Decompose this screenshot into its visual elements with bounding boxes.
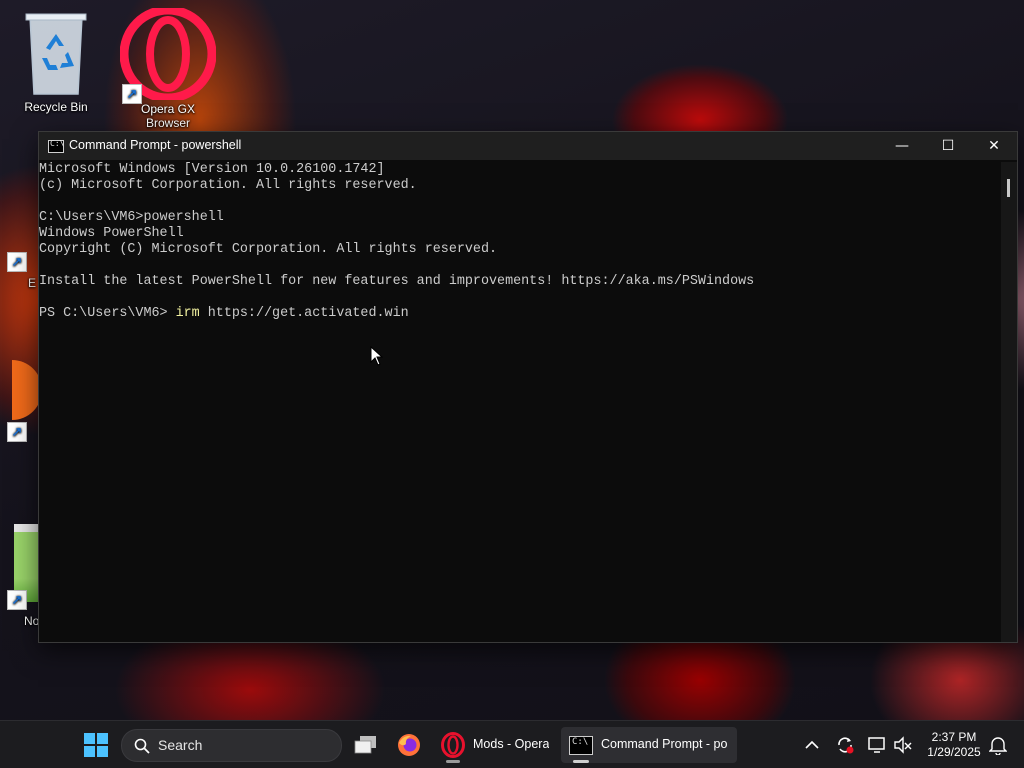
search-icon <box>134 738 150 754</box>
task-opera[interactable]: Mods - Opera <box>435 727 555 763</box>
console-line: Install the latest PowerShell for new fe… <box>39 274 755 289</box>
firefox-icon <box>398 734 420 756</box>
desktop-icon-partial-notepadpp[interactable]: ↗ No <box>0 522 40 628</box>
recycle-bin-label: Recycle Bin <box>24 100 88 114</box>
ps-prompt: PS C:\Users\VM6> <box>39 306 176 321</box>
clock-date: 1/29/2025 <box>927 745 981 759</box>
shortcut-arrow-icon: ↗ <box>7 590 27 610</box>
monitor-icon <box>868 737 885 753</box>
search-placeholder: Search <box>158 737 203 753</box>
notifications-button[interactable] <box>986 727 1010 763</box>
task-opera-label: Mods - Opera <box>473 737 550 751</box>
chevron-up-icon <box>805 740 819 749</box>
show-hidden-icons-button[interactable] <box>800 727 824 763</box>
console-line: Windows PowerShell <box>39 226 184 241</box>
typed-command-argument: https://get.activated.win <box>199 306 409 321</box>
taskbar: Search Mods - Opera C:\ Command Prompt -… <box>0 720 1024 768</box>
desktop-icon-opera-gx[interactable]: ↗ Opera GX Browser <box>120 8 216 130</box>
cmd-taskbar-icon: C:\ <box>569 736 593 755</box>
bell-icon <box>989 737 1007 755</box>
recycle-bin-icon <box>25 13 87 95</box>
task-view-button[interactable] <box>348 727 384 763</box>
prompt-line[interactable]: PS C:\Users\VM6> irm https://get.activat… <box>39 306 1001 322</box>
desktop-icon-recycle-bin[interactable]: Recycle Bin <box>8 8 104 114</box>
windows-logo-icon <box>84 733 108 757</box>
desktop-icon-partial-firefox[interactable]: ↗ <box>0 360 42 442</box>
close-button[interactable]: ✕ <box>971 132 1017 160</box>
desktop-background: Recycle Bin ↗ Opera GX Browser ↗ E ↗ ↗ N… <box>0 0 1024 720</box>
tray-display-icon-button[interactable] <box>865 727 889 763</box>
running-indicator <box>446 760 460 763</box>
shortcut-arrow-icon: ↗ <box>122 84 142 104</box>
minimize-button[interactable]: — <box>879 132 925 160</box>
task-command-prompt[interactable]: C:\ Command Prompt - po <box>561 727 737 763</box>
clock-time: 2:37 PM <box>931 730 977 744</box>
console-line: C:\Users\VM6>powershell <box>39 210 224 225</box>
scrollbar-thumb[interactable] <box>1007 179 1010 197</box>
vertical-scrollbar[interactable] <box>1001 162 1017 642</box>
active-indicator <box>573 760 589 763</box>
maximize-button[interactable]: ☐ <box>925 132 971 160</box>
shortcut-arrow-icon: ↗ <box>7 422 27 442</box>
console-line: Microsoft Windows [Version 10.0.26100.17… <box>39 162 385 177</box>
tray-clock[interactable]: 2:37 PM 1/29/2025 <box>924 730 984 760</box>
tray-volume-muted-button[interactable] <box>891 727 915 763</box>
speaker-muted-icon <box>894 736 912 754</box>
start-button[interactable] <box>78 727 114 763</box>
console-line: Copyright (C) Microsoft Corporation. All… <box>39 242 498 257</box>
typed-command-keyword: irm <box>175 306 200 321</box>
opera-icon <box>441 732 465 758</box>
task-cmd-label: Command Prompt - po <box>601 737 728 751</box>
window-title: Command Prompt - powershell <box>69 138 242 152</box>
tray-update-icon-button[interactable] <box>833 727 857 763</box>
console-output[interactable]: Microsoft Windows [Version 10.0.26100.17… <box>39 162 1001 642</box>
sync-icon <box>838 737 854 754</box>
taskbar-search-box[interactable]: Search <box>121 729 342 762</box>
command-prompt-window[interactable]: C:\ Command Prompt - powershell — ☐ ✕ Mi… <box>38 131 1018 643</box>
window-titlebar[interactable]: C:\ Command Prompt - powershell — ☐ ✕ <box>39 132 1017 160</box>
task-view-icon <box>354 736 376 754</box>
mouse-pointer-icon <box>370 346 384 366</box>
shortcut-arrow-icon: ↗ <box>7 252 27 272</box>
partial-icon-label-e: E <box>28 276 37 290</box>
opera-gx-label: Opera GX Browser <box>140 102 196 130</box>
firefox-taskbar-button[interactable] <box>391 727 427 763</box>
cmd-app-icon: C:\ <box>48 139 64 153</box>
console-line: (c) Microsoft Corporation. All rights re… <box>39 178 417 193</box>
